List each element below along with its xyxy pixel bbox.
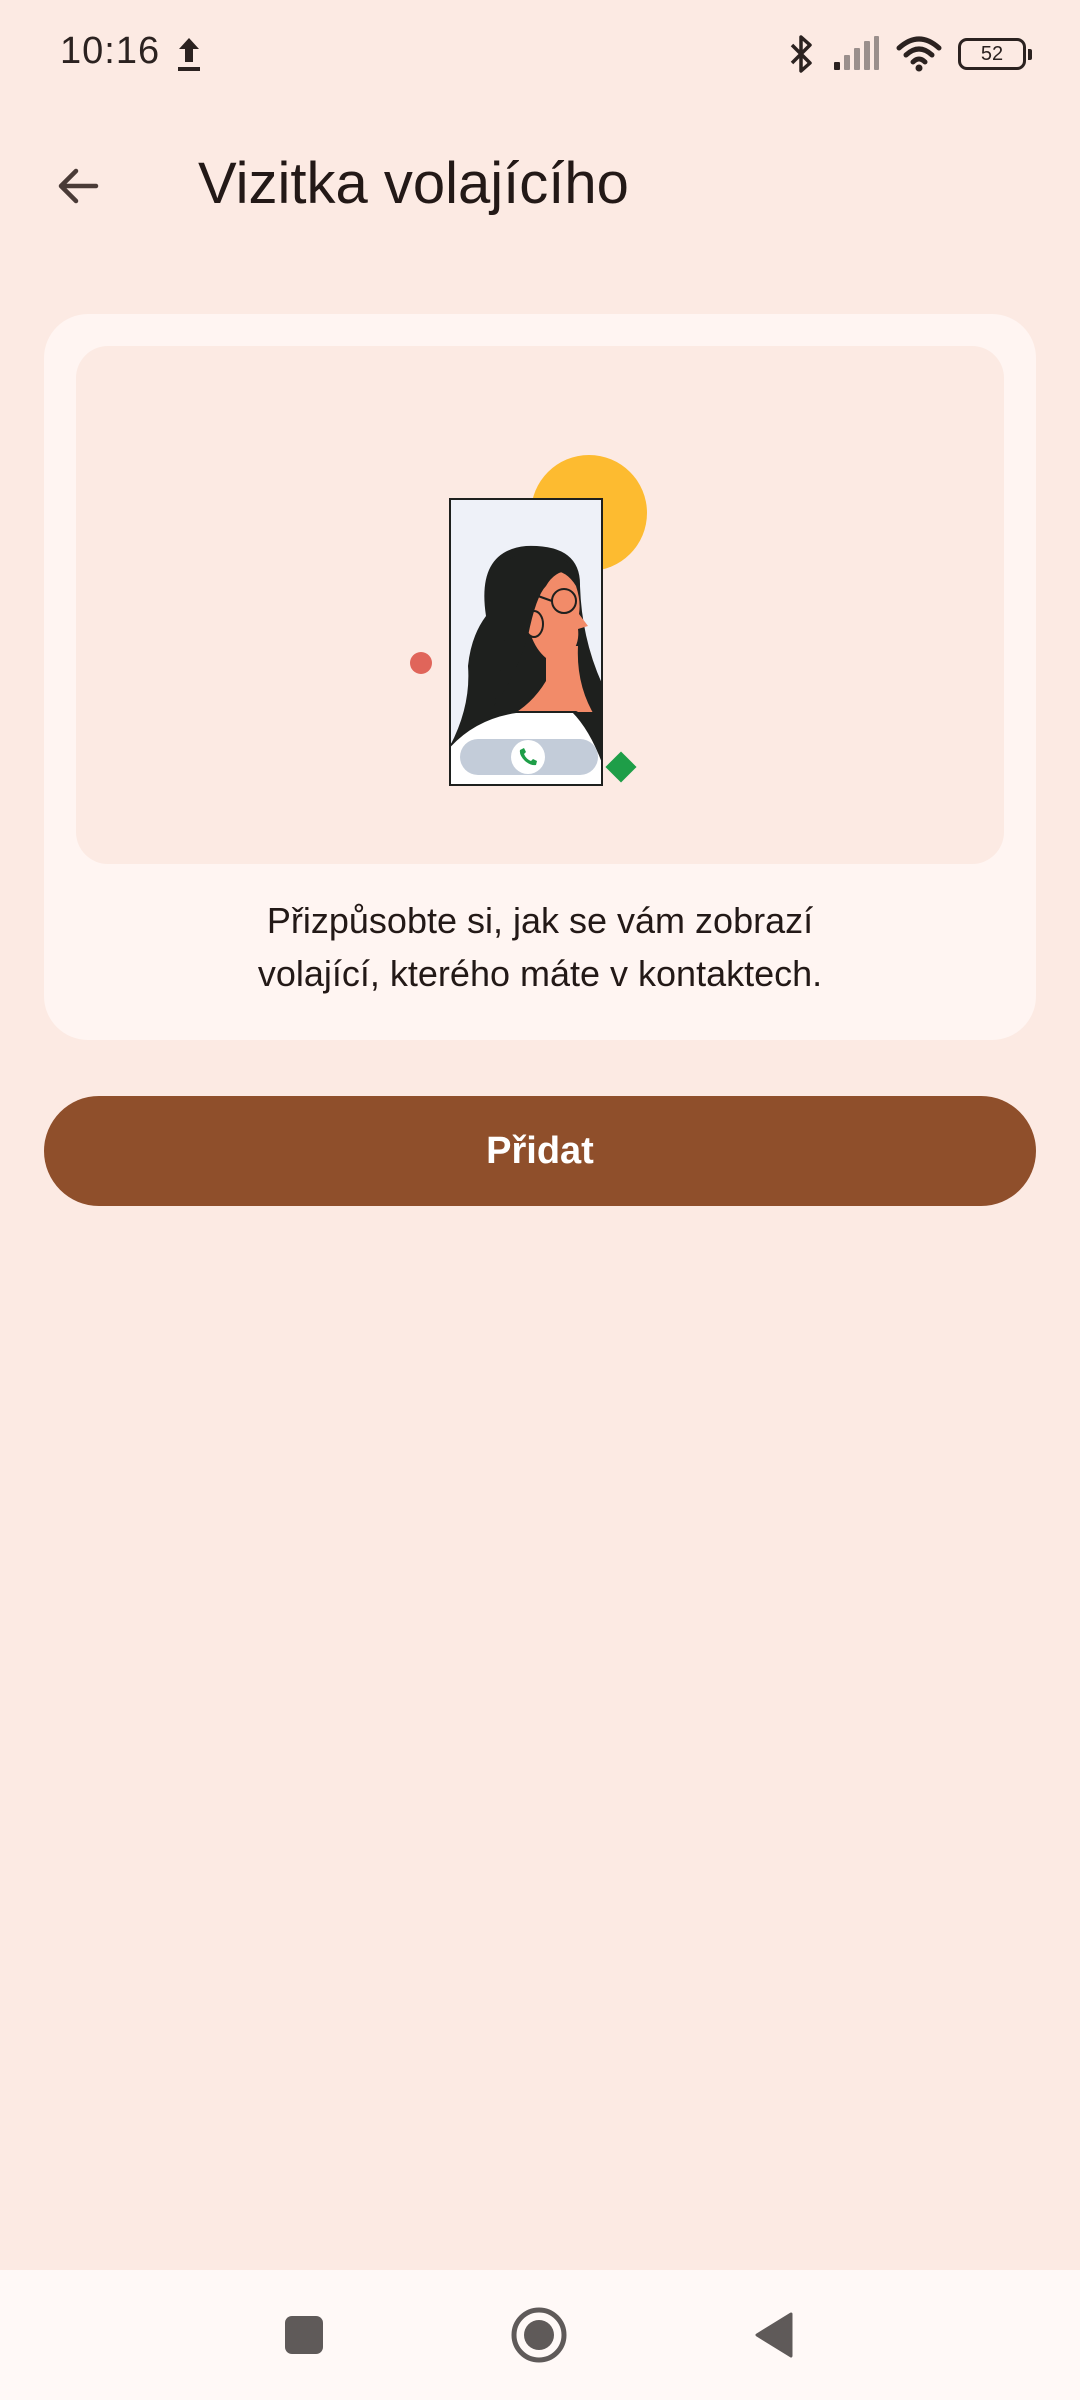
battery-level: 52: [980, 42, 1004, 65]
recents-button[interactable]: [259, 2290, 349, 2380]
add-button[interactable]: Přidat: [44, 1096, 1036, 1206]
bluetooth-icon: [790, 35, 812, 73]
recents-square-icon: [285, 2316, 323, 2354]
home-circle-icon: [511, 2307, 567, 2363]
system-navigation-bar: [0, 2270, 1080, 2400]
back-triangle-icon: [755, 2312, 793, 2358]
wifi-icon: [896, 36, 942, 72]
add-button-label: Přidat: [486, 1129, 594, 1172]
battery-icon: 52: [958, 38, 1032, 70]
signal-icon: [834, 36, 879, 70]
upload-icon: [178, 38, 200, 71]
green-diamond: [605, 751, 637, 783]
clock: 10:16: [60, 30, 161, 72]
app-bar: Vizitka volajícího: [0, 120, 1080, 244]
back-button[interactable]: [34, 142, 122, 230]
intro-card: Přizpůsobte si, jak se vám zobrazí volaj…: [44, 314, 1036, 1040]
red-dot: [410, 652, 432, 674]
status-bar: 10:16 52: [0, 0, 1080, 108]
page-title: Vizitka volajícího: [198, 151, 629, 216]
illustration-container: [76, 346, 1004, 864]
caller-card-illustration: [410, 455, 647, 786]
card-description: Přizpůsobte si, jak se vám zobrazí volaj…: [84, 894, 996, 1000]
home-button[interactable]: [494, 2290, 584, 2380]
arrow-back-icon: [58, 168, 99, 204]
description-line-2: volající, kterého máte v kontaktech.: [257, 953, 823, 994]
system-back-button[interactable]: [729, 2290, 819, 2380]
description-line-1: Přizpůsobte si, jak se vám zobrazí: [266, 900, 814, 941]
status-icons: 52: [786, 30, 1032, 78]
